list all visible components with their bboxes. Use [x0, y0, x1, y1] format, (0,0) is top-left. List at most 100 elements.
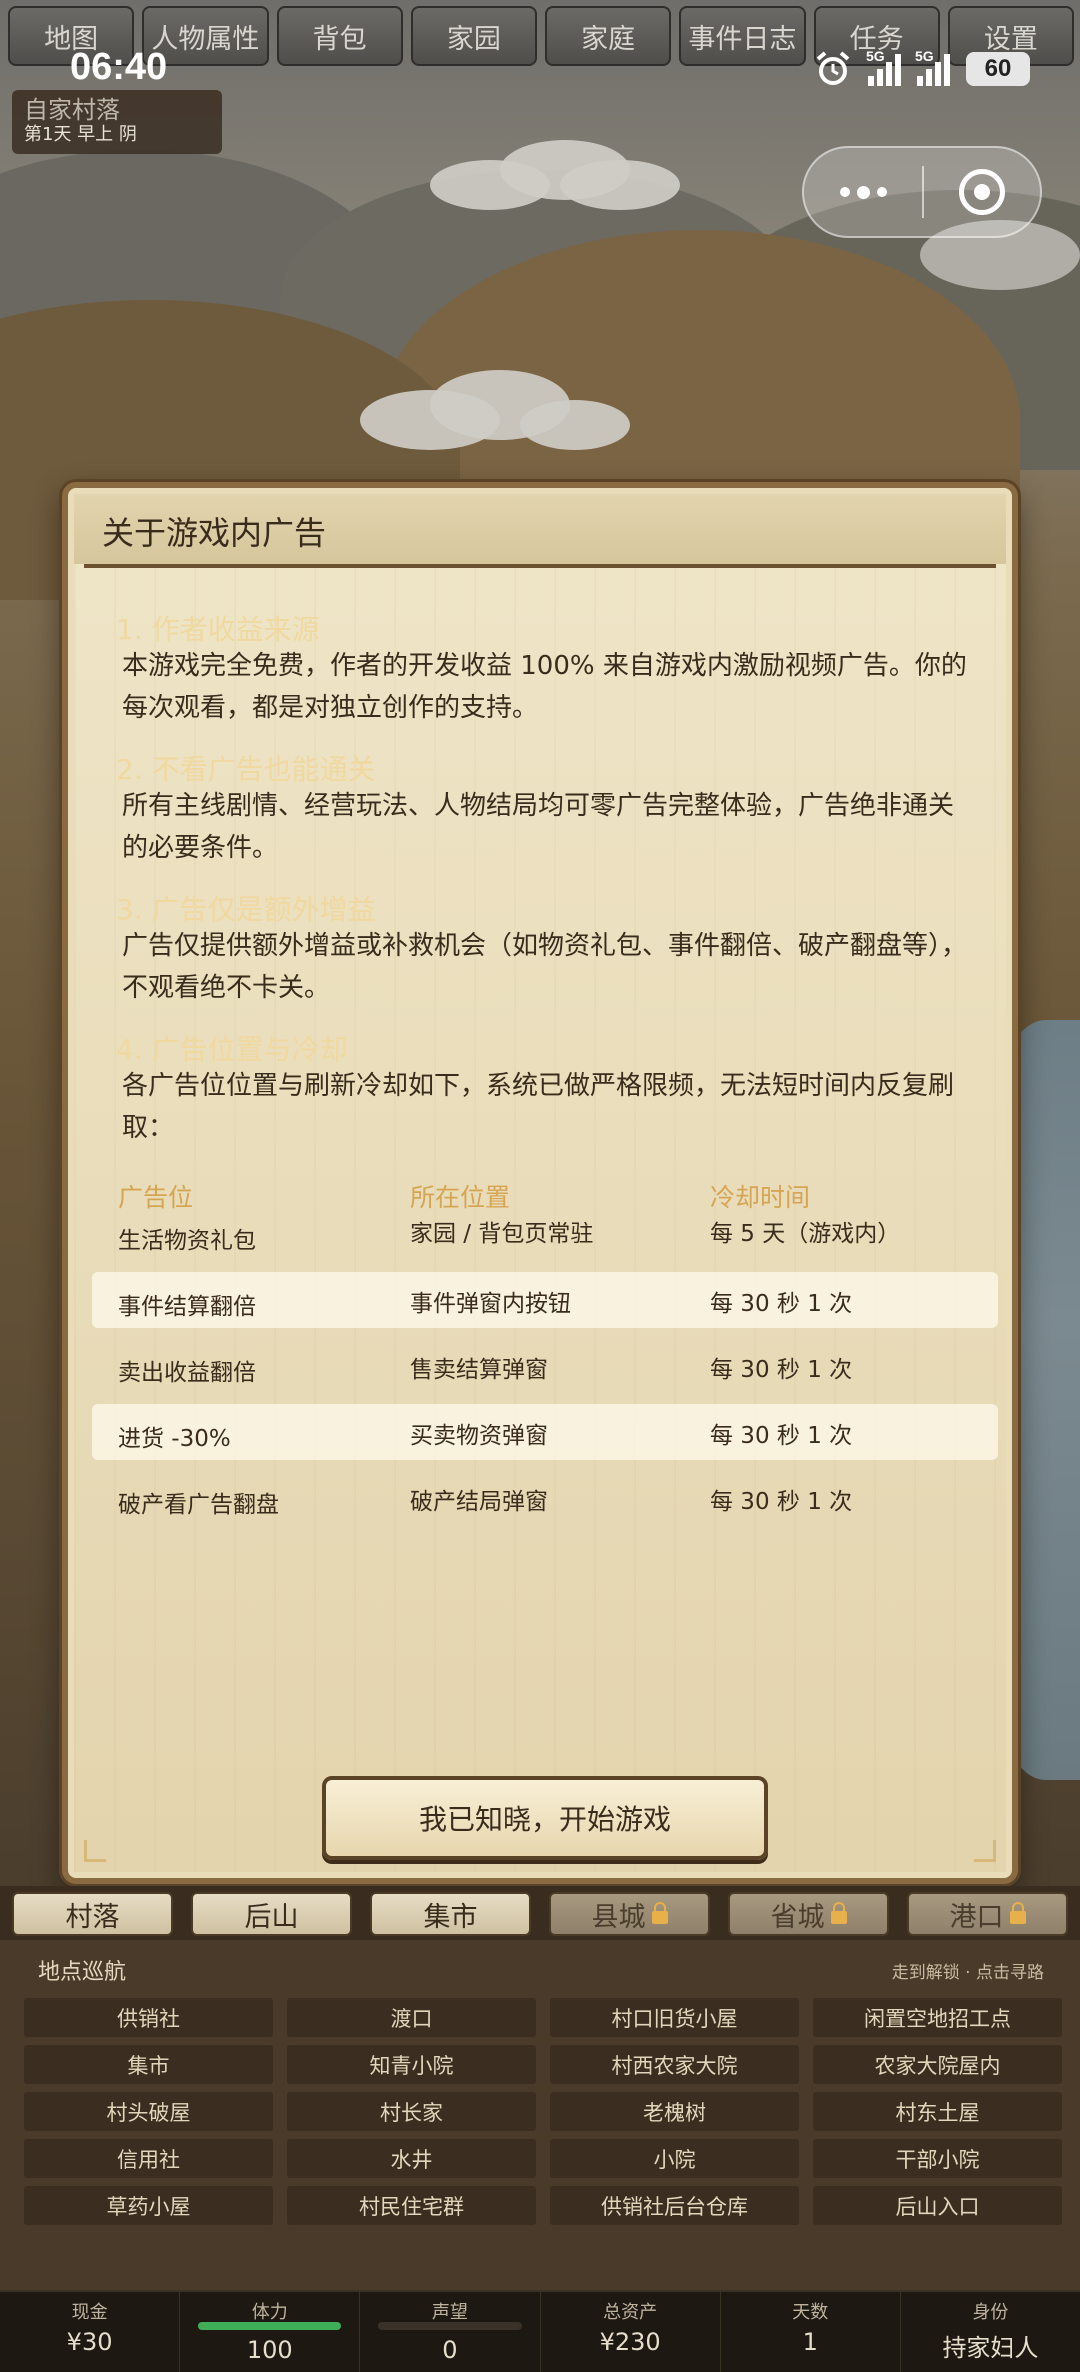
place-button[interactable]: 闲置空地招工点 — [813, 1998, 1062, 2037]
place-button[interactable]: 信用社 — [24, 2139, 273, 2178]
stat-cash: 现金 ¥30 — [0, 2292, 181, 2372]
place-button[interactable]: 供销社 — [24, 1998, 273, 2037]
stat-value: ¥30 — [66, 2328, 113, 2356]
place-button[interactable]: 后山入口 — [813, 2186, 1062, 2225]
stamina-bar-fill — [198, 2322, 342, 2330]
table-cell: 生活物资礼包 — [118, 1228, 256, 1254]
place-button[interactable]: 村口旧货小屋 — [550, 1998, 799, 2037]
region-tab-province[interactable]: 省城 — [728, 1892, 889, 1936]
region-label: 村落 — [65, 1901, 120, 1933]
stat-label: 总资产 — [603, 2302, 658, 2323]
close-miniprogram-icon[interactable] — [924, 148, 1040, 236]
stat-stamina: 体力 100 — [180, 2292, 361, 2372]
stat-reputation: 声望 0 — [360, 2292, 541, 2372]
signal-icon: 5G — [866, 48, 901, 86]
region-tab-market[interactable]: 集市 — [370, 1892, 531, 1936]
reputation-bar — [378, 2322, 522, 2330]
location-name: 自家村落 — [24, 96, 120, 124]
location-navigator: 地点巡航 走到解锁 · 点击寻路 供销社 渡口 村口旧货小屋 闲置空地招工点 集… — [0, 1940, 1080, 2290]
table-row: 事件结算翻倍 事件弹窗内按钮 每 30 秒 1 次 — [92, 1272, 998, 1328]
stat-label: 天数 — [792, 2302, 829, 2323]
start-game-button[interactable]: 我已知晓，开始游戏 — [322, 1776, 768, 1860]
dialog-header: 关于游戏内广告 — [74, 494, 1006, 564]
location-chip: 自家村落 第1天 早上 阴 — [12, 90, 222, 154]
table-row: 进货 -30% 买卖物资弹窗 每 30 秒 1 次 — [92, 1404, 998, 1460]
section-body: 本游戏完全免费，作者的开发收益 100% 来自游戏内激励视频广告。你的每次观看，… — [122, 651, 967, 723]
region-tab-county[interactable]: 县城 — [549, 1892, 710, 1936]
section-heading: 3. 广告仅是额外增益 — [116, 893, 376, 926]
place-button[interactable]: 草药小屋 — [24, 2186, 273, 2225]
table-cell: 进货 -30% — [118, 1426, 231, 1452]
region-tab-village[interactable]: 村落 — [12, 1892, 173, 1936]
place-button[interactable]: 村民住宅群 — [287, 2186, 536, 2225]
stat-assets: 总资产 ¥230 — [541, 2292, 721, 2372]
place-button[interactable]: 村西农家大院 — [550, 2045, 799, 2084]
lock-icon — [830, 1902, 847, 1926]
stat-label: 身份 — [972, 2302, 1009, 2323]
section-heading: 4. 广告位置与冷却 — [116, 1033, 348, 1066]
table-cell: 卖出收益翻倍 — [118, 1360, 256, 1386]
stat-identity: 身份 持家妇人 — [901, 2292, 1080, 2372]
table-cell: 每 5 天（游戏内） — [710, 1221, 901, 1247]
stat-value: ¥230 — [599, 2328, 661, 2356]
table-cell: 每 30 秒 1 次 — [710, 1357, 853, 1383]
alarm-icon — [816, 51, 850, 85]
stat-value: 0 — [442, 2336, 458, 2364]
navigator-hint: 走到解锁 · 点击寻路 — [891, 1963, 1044, 1983]
lock-icon — [1009, 1902, 1026, 1926]
table-row: 破产看广告翻盘 破产结局弹窗 每 30 秒 1 次 — [92, 1470, 998, 1526]
section-body: 所有主线剧情、经营玩法、人物结局均可零广告完整体验，广告绝非通关的必要条件。 — [122, 791, 955, 863]
table-row: 生活物资礼包 家园 / 背包页常驻 每 5 天（游戏内） — [92, 1206, 998, 1262]
more-icon[interactable] — [804, 148, 922, 236]
region-label: 县城 — [591, 1901, 646, 1933]
battery-icon: 60 — [966, 52, 1030, 86]
place-button[interactable]: 村头破屋 — [24, 2092, 273, 2131]
section-body: 广告仅提供额外增益或补救机会（如物资礼包、事件翻倍、破产翻盘等），不观看绝不卡关… — [122, 931, 968, 1003]
tab-family[interactable]: 家庭 — [545, 6, 672, 66]
tab-home[interactable]: 家园 — [410, 6, 537, 66]
place-button[interactable]: 渡口 — [287, 1998, 536, 2037]
region-label: 省城 — [770, 1901, 825, 1933]
place-grid: 供销社 渡口 村口旧货小屋 闲置空地招工点 集市 知青小院 村西农家大院 农家大… — [24, 1998, 1062, 2225]
table-cell: 每 30 秒 1 次 — [710, 1291, 853, 1317]
stamina-bar — [198, 2322, 342, 2330]
region-label: 后山 — [244, 1901, 299, 1933]
stat-value: 100 — [246, 2336, 293, 2364]
ad-info-dialog: 关于游戏内广告 1. 作者收益来源 本游戏完全免费，作者的开发收益 100% 来… — [62, 482, 1018, 1884]
lock-icon — [651, 1902, 668, 1926]
table-cell: 每 30 秒 1 次 — [710, 1423, 853, 1449]
player-stats-bar: 现金 ¥30 体力 100 声望 0 总资产 ¥230 天数 1 身份 持家妇人 — [0, 2290, 1080, 2372]
place-button[interactable]: 干部小院 — [813, 2139, 1062, 2178]
section-heading: 1. 作者收益来源 — [116, 613, 320, 646]
status-icons: 5G 5G 60 — [814, 48, 1030, 88]
place-button[interactable]: 老槐树 — [550, 2092, 799, 2131]
game-date: 第1天 早上 阴 — [24, 124, 137, 145]
dialog-title: 关于游戏内广告 — [102, 514, 327, 552]
miniprogram-capsule — [802, 146, 1042, 238]
region-tab-bar: 村落 后山 集市 县城 省城 港口 — [0, 1886, 1080, 1940]
stat-label: 体力 — [251, 2302, 288, 2323]
table-cell: 家园 / 背包页常驻 — [410, 1221, 594, 1247]
region-tab-port[interactable]: 港口 — [907, 1892, 1068, 1936]
region-label: 港口 — [949, 1901, 1004, 1933]
corner-ornament — [974, 1840, 996, 1862]
dialog-body: 关于游戏内广告 1. 作者收益来源 本游戏完全免费，作者的开发收益 100% 来… — [74, 494, 1006, 1872]
place-button[interactable]: 集市 — [24, 2045, 273, 2084]
signal-icon: 5G — [915, 48, 950, 86]
tab-backpack[interactable]: 背包 — [276, 6, 403, 66]
place-button[interactable]: 小院 — [550, 2139, 799, 2178]
place-button[interactable]: 农家大院屋内 — [813, 2045, 1062, 2084]
place-button[interactable]: 知青小院 — [287, 2045, 536, 2084]
place-button[interactable]: 水井 — [287, 2139, 536, 2178]
place-button[interactable]: 村长家 — [287, 2092, 536, 2131]
stat-label: 现金 — [71, 2302, 108, 2323]
table-cell: 事件弹窗内按钮 — [410, 1291, 571, 1317]
table-cell: 事件结算翻倍 — [118, 1294, 256, 1320]
tab-event-log[interactable]: 事件日志 — [679, 6, 806, 66]
place-button[interactable]: 村东土屋 — [813, 2092, 1062, 2131]
region-label: 集市 — [423, 1901, 478, 1933]
place-button[interactable]: 供销社后台仓库 — [550, 2186, 799, 2225]
stat-days: 天数 1 — [721, 2292, 901, 2372]
stat-value: 1 — [802, 2328, 818, 2356]
region-tab-back-mountain[interactable]: 后山 — [191, 1892, 352, 1936]
